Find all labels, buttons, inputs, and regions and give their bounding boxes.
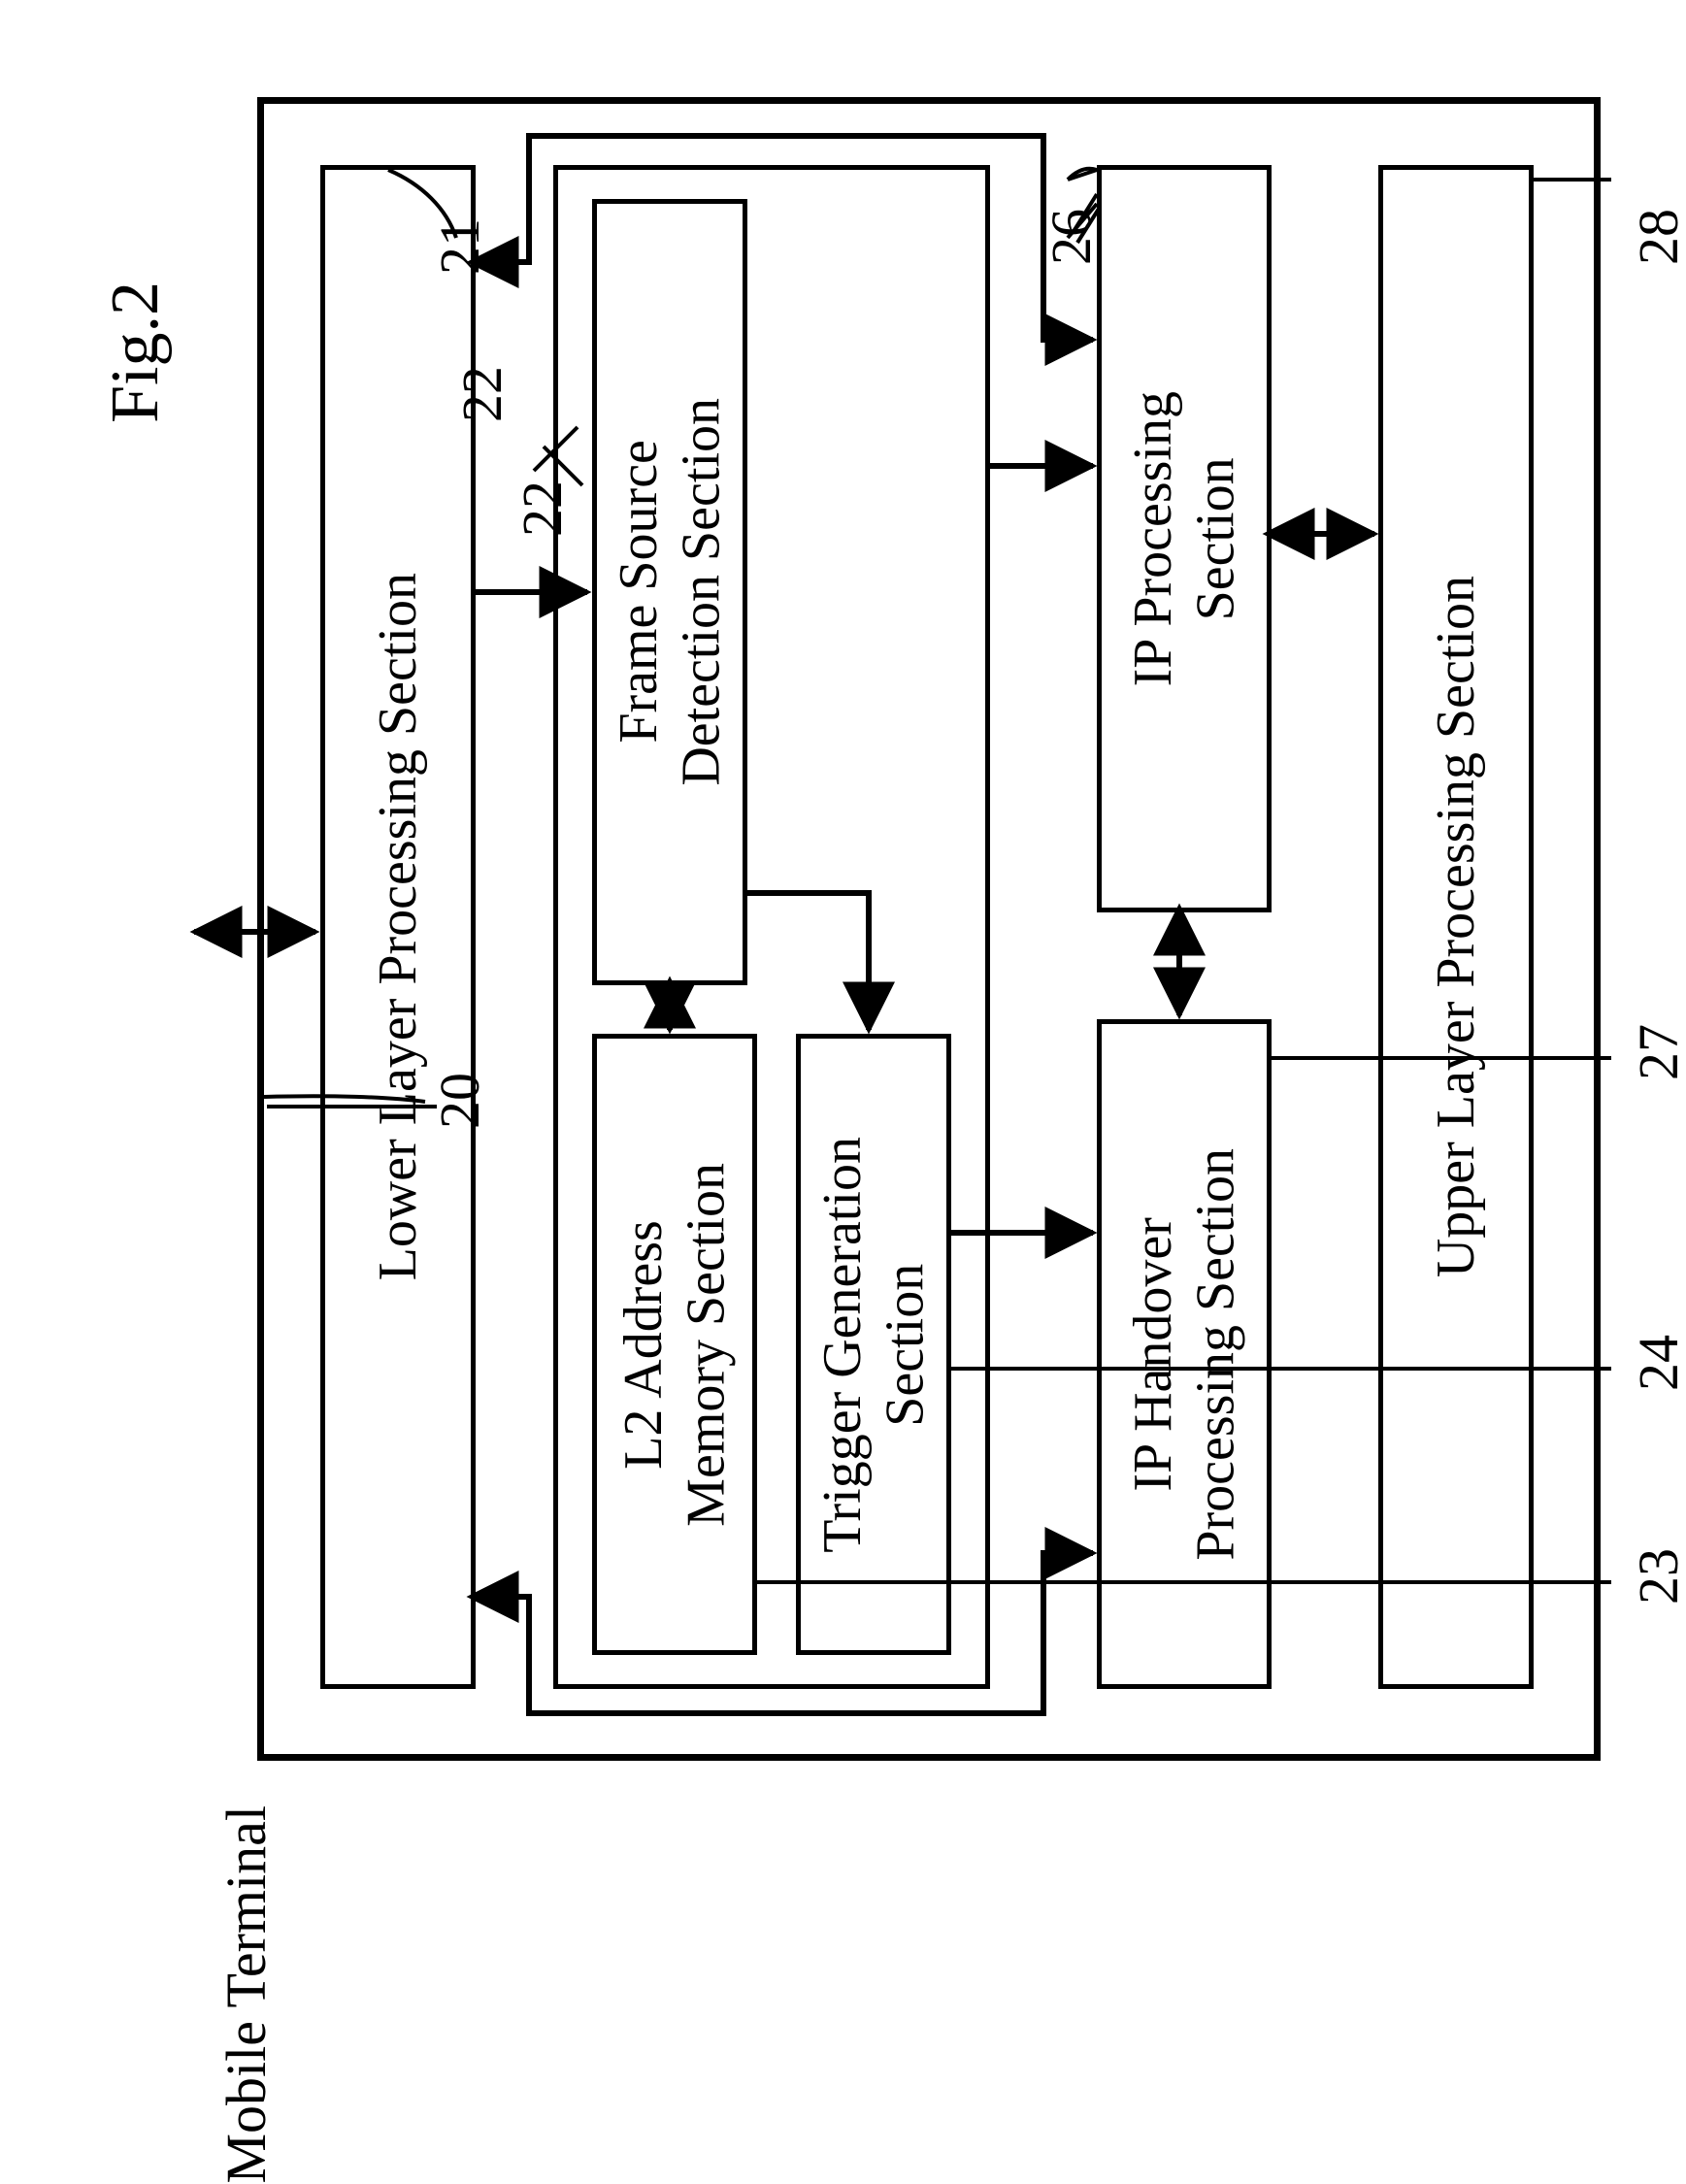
ip-handover-section-box: IP Handover Processing Section <box>1097 1019 1272 1689</box>
ref-22: 22 <box>449 366 514 422</box>
frame-source-detection-label: Frame Source Detection Section <box>608 398 733 786</box>
trigger-generation-label: Trigger Generation Section <box>811 1137 937 1553</box>
ref-21: 21 <box>427 218 492 275</box>
ref-22b: 22 <box>510 480 575 537</box>
trigger-generation-box: Trigger Generation Section <box>796 1034 951 1655</box>
ip-handover-section-label: IP Handover Processing Section <box>1122 1148 1247 1561</box>
upper-layer-section-box: Upper Layer Processing Section <box>1378 165 1534 1689</box>
ref-23: 23 <box>1626 1548 1686 1605</box>
ref-20: 20 <box>427 1073 492 1129</box>
ip-processing-section-box: IP Processing Section <box>1097 165 1272 912</box>
ref-24: 24 <box>1626 1335 1686 1391</box>
ref-28: 28 <box>1626 209 1686 265</box>
ref-27: 27 <box>1626 1024 1686 1080</box>
ref-26: 26 <box>1039 209 1104 265</box>
lower-layer-section-label: Lower Layer Processing Section <box>367 573 429 1280</box>
figure-label: Fig.2 <box>97 281 175 423</box>
figure: Fig.2 Upper Layer Processing Section IP … <box>39 39 1647 1928</box>
l2-address-memory-box: L2 Address Memory Section <box>592 1034 757 1655</box>
ip-processing-section-label: IP Processing Section <box>1122 391 1247 686</box>
upper-layer-section-label: Upper Layer Processing Section <box>1425 576 1487 1277</box>
frame-source-detection-box: Frame Source Detection Section <box>592 199 747 985</box>
mobile-terminal-label: Mobile Terminal <box>214 1805 279 2184</box>
l2-address-memory-label: L2 Address Memory Section <box>612 1163 738 1527</box>
